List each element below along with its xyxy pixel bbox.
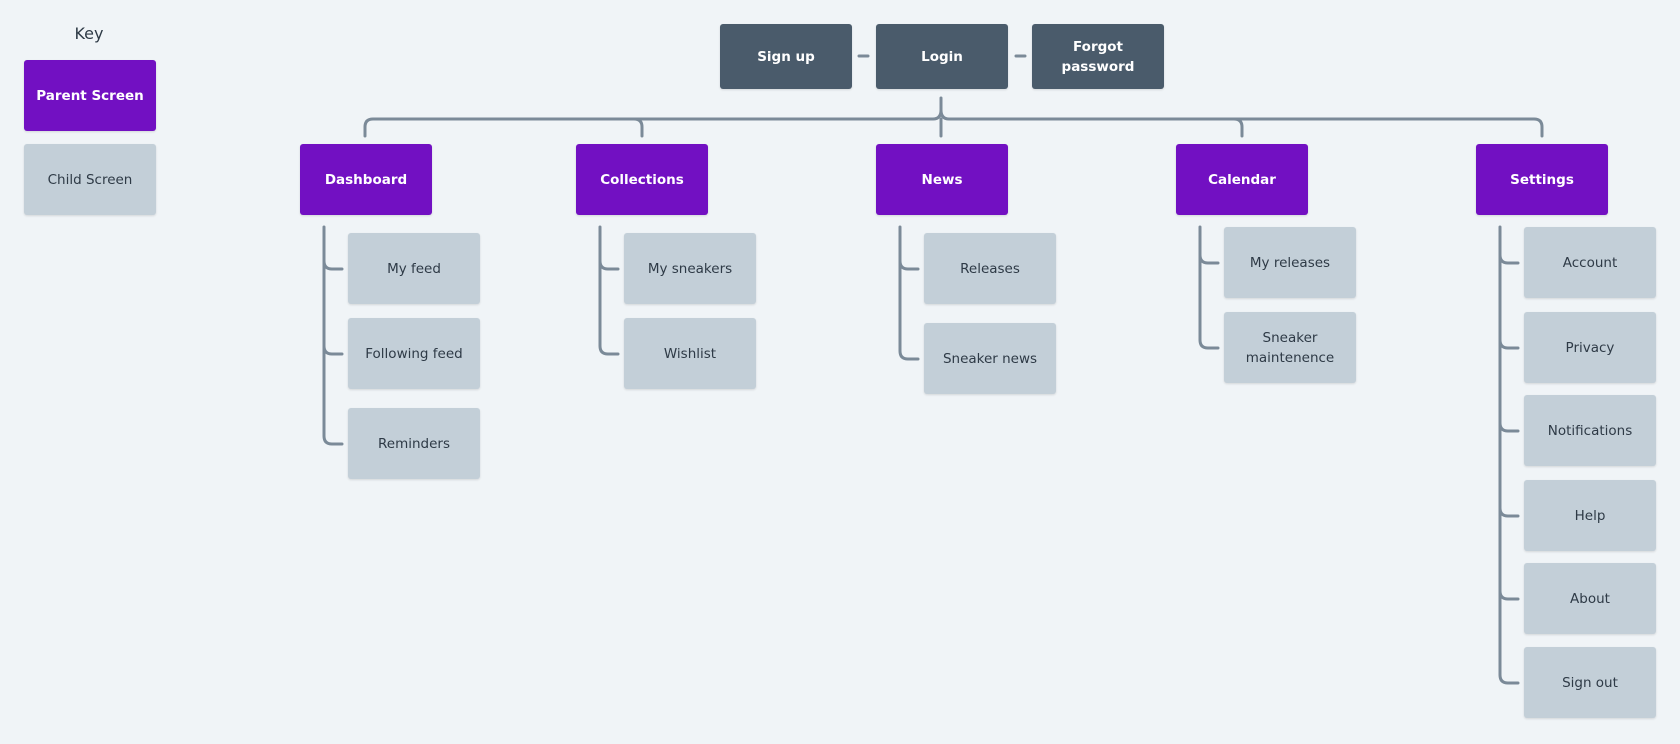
child-screen[interactable]: Wishlist [624,318,756,389]
child-screen[interactable]: Following feed [348,318,480,389]
child-screen[interactable]: Privacy [1524,312,1656,383]
child-screen[interactable]: Sign out [1524,647,1656,718]
child-screen[interactable]: Notifications [1524,395,1656,466]
child-screen[interactable]: Account [1524,227,1656,298]
child-bracket-news [898,225,920,361]
sign-up-screen[interactable]: Sign up [720,24,852,89]
login-screen[interactable]: Login [876,24,1008,89]
parent-screen-news[interactable]: News [876,144,1008,215]
child-screen[interactable]: About [1524,563,1656,634]
child-bracket-calendar [1198,225,1220,350]
child-bracket-collections [598,225,620,356]
parent-screen-collections[interactable]: Collections [576,144,708,215]
parent-screen-settings[interactable]: Settings [1476,144,1608,215]
child-screen[interactable]: Releases [924,233,1056,304]
child-bracket-settings [1498,225,1520,685]
child-screen[interactable]: My releases [1224,227,1356,298]
key-parent-screen: Parent Screen [24,60,156,131]
child-screen[interactable]: Help [1524,480,1656,551]
forgot-password-screen[interactable]: Forgot password [1032,24,1164,89]
child-screen[interactable]: Sneaker news [924,323,1056,394]
child-screen[interactable]: My feed [348,233,480,304]
child-screen[interactable]: Reminders [348,408,480,479]
root-bracket [363,96,1544,138]
parent-screen-dashboard[interactable]: Dashboard [300,144,432,215]
parent-screen-calendar[interactable]: Calendar [1176,144,1308,215]
child-screen[interactable]: Sneaker maintenence [1224,312,1356,383]
connector-lines [322,54,1544,685]
key-child-screen: Child Screen [24,144,156,215]
key-title: Key [74,24,104,43]
child-screen[interactable]: My sneakers [624,233,756,304]
child-bracket-dashboard [322,225,344,446]
